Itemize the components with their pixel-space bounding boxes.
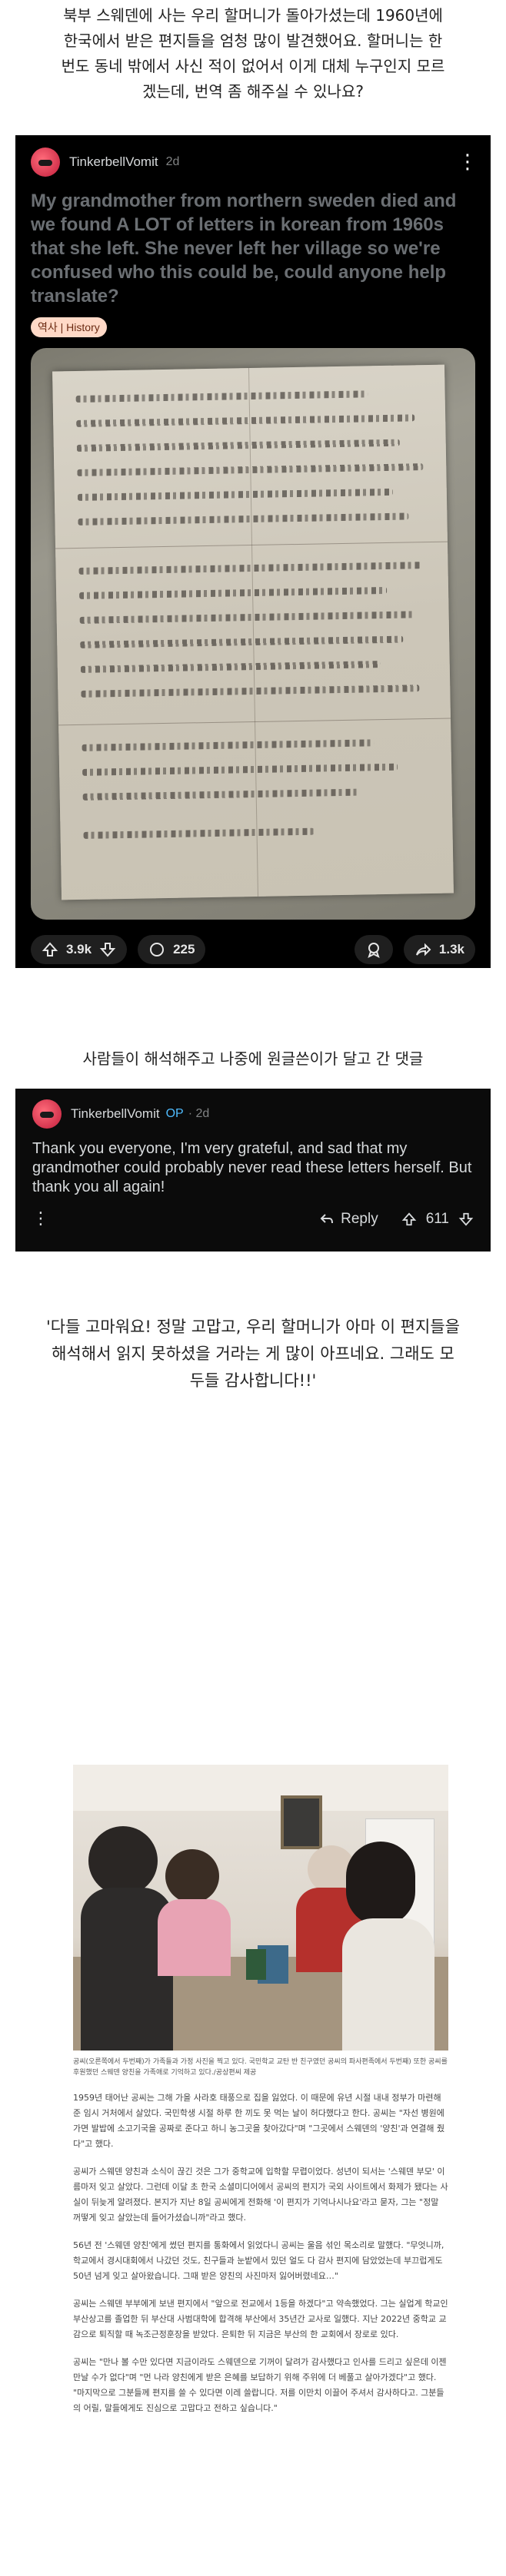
share-icon: [415, 943, 431, 956]
post-title[interactable]: My grandmother from northern sweden died…: [31, 189, 475, 308]
comment-header: TinkerbellVomit OP · 2d: [32, 1099, 474, 1129]
user-avatar[interactable]: [31, 148, 60, 177]
article-paragraph: 56년 전 '스웨덴 양친'에게 썼던 편지를 통화에서 읽었다니 공씨는 울음…: [73, 2240, 444, 2281]
translation-text: '다들 고마워요! 정말 고맙고, 우리 할머니가 아마 이 편지들을 해석해서…: [31, 1314, 475, 1394]
downvote-icon[interactable]: [99, 941, 116, 958]
commenter-avatar[interactable]: [32, 1099, 62, 1129]
article-paragraph: 공씨는 스웨덴 부부에게 보낸 편지에서 "앞으로 전교에서 1등을 하겠다"고…: [73, 2299, 448, 2339]
intro-line: 북부 스웨덴에 사는 우리 할머니가 돌아가셨는데 1960년에: [63, 6, 443, 25]
article-paragraph: 공씨가 스웨덴 양친과 소식이 끊긴 것은 그가 중학교에 입학할 무렵이었다.…: [73, 2167, 448, 2223]
intro-line: 번도 동네 밖에서 사신 적이 없어서 이게 대체 누구인지 모르: [61, 57, 445, 75]
translation-line: '다들 고마워요! 정말 고맙고, 우리 할머니가 아마 이 편지들을: [46, 1318, 460, 1336]
upvote-icon[interactable]: [42, 941, 58, 958]
op-badge: OP: [165, 1107, 184, 1120]
article-paragraph: 1959년 태어난 공씨는 그해 가을 사라호 태풍으로 집을 잃었다. 이 때…: [73, 2093, 445, 2149]
comment-count: 225: [173, 942, 195, 956]
share-count: 1.3k: [438, 942, 464, 956]
comment-age: · 2d: [188, 1107, 210, 1120]
article-paragraph: 공씨는 "만나 볼 수만 있다면 지금이라도 스웨덴으로 기꺼이 달려가 감사했…: [73, 2357, 447, 2413]
translation-line: 해석해서 읽지 못하셨을 거라는 게 많이 아프네요. 그래도 모: [52, 1344, 454, 1363]
family-photo: [73, 1765, 448, 2051]
intro-line: 한국에서 받은 편지들을 엄청 많이 발견했어요. 할머니는 한: [63, 31, 443, 50]
translation-line: 두들 감사합니다!!': [189, 1371, 317, 1390]
letter-paper: [52, 364, 454, 900]
post-flair[interactable]: 역사 | History: [31, 317, 107, 337]
reddit-post-card: TinkerbellVomit 2d ⋮ My grandmother from…: [15, 135, 491, 968]
downvote-icon[interactable]: [458, 1212, 474, 1227]
letter-photo[interactable]: [31, 348, 475, 920]
comment-icon: [150, 943, 165, 956]
intro-text: 북부 스웨덴에 사는 우리 할머니가 돌아가셨는데 1960년에 한국에서 받은…: [0, 0, 506, 104]
comment-body: Thank you everyone, I'm very grateful, a…: [32, 1140, 472, 1195]
op-comment-card: TinkerbellVomit OP · 2d Thank you everyo…: [15, 1089, 491, 1252]
comment-actions: ⋮ Reply 611: [32, 1209, 474, 1228]
intro-line: 겠는데, 번역 좀 해주실 수 있나요?: [142, 82, 364, 101]
comments-button[interactable]: 225: [138, 935, 206, 964]
post-author[interactable]: TinkerbellVomit: [69, 154, 158, 170]
news-article: 공씨(오른쪽에서 두번째)가 가족들과 가정 사진을 찍고 있다. 국민학교 교…: [73, 1765, 448, 2416]
upvote-icon[interactable]: [401, 1212, 417, 1227]
more-options-icon[interactable]: ⋮: [32, 1209, 49, 1228]
award-button[interactable]: [354, 935, 393, 964]
award-icon: [368, 943, 380, 958]
post-header: TinkerbellVomit 2d ⋮: [31, 148, 478, 177]
mid-caption: 사람들이 해석해주고 나중에 원글쓴이가 달고 간 댓글: [82, 1049, 424, 1068]
comment-author[interactable]: TinkerbellVomit: [71, 1106, 160, 1122]
comment-vote-count: 611: [425, 1210, 449, 1227]
photo-caption: 공씨(오른쪽에서 두번째)가 가족들과 가정 사진을 찍고 있다. 국민학교 교…: [73, 2058, 448, 2077]
post-actions: 3.9k 225 1.3k: [31, 935, 475, 964]
vote-bar: 3.9k: [31, 935, 128, 964]
post-age: 2d: [165, 155, 180, 168]
share-button[interactable]: 1.3k: [403, 935, 475, 964]
vote-count: 3.9k: [66, 942, 92, 956]
reply-icon[interactable]: [319, 1212, 335, 1227]
more-options-icon[interactable]: ⋮: [458, 151, 478, 174]
reply-button[interactable]: Reply: [341, 1211, 378, 1228]
